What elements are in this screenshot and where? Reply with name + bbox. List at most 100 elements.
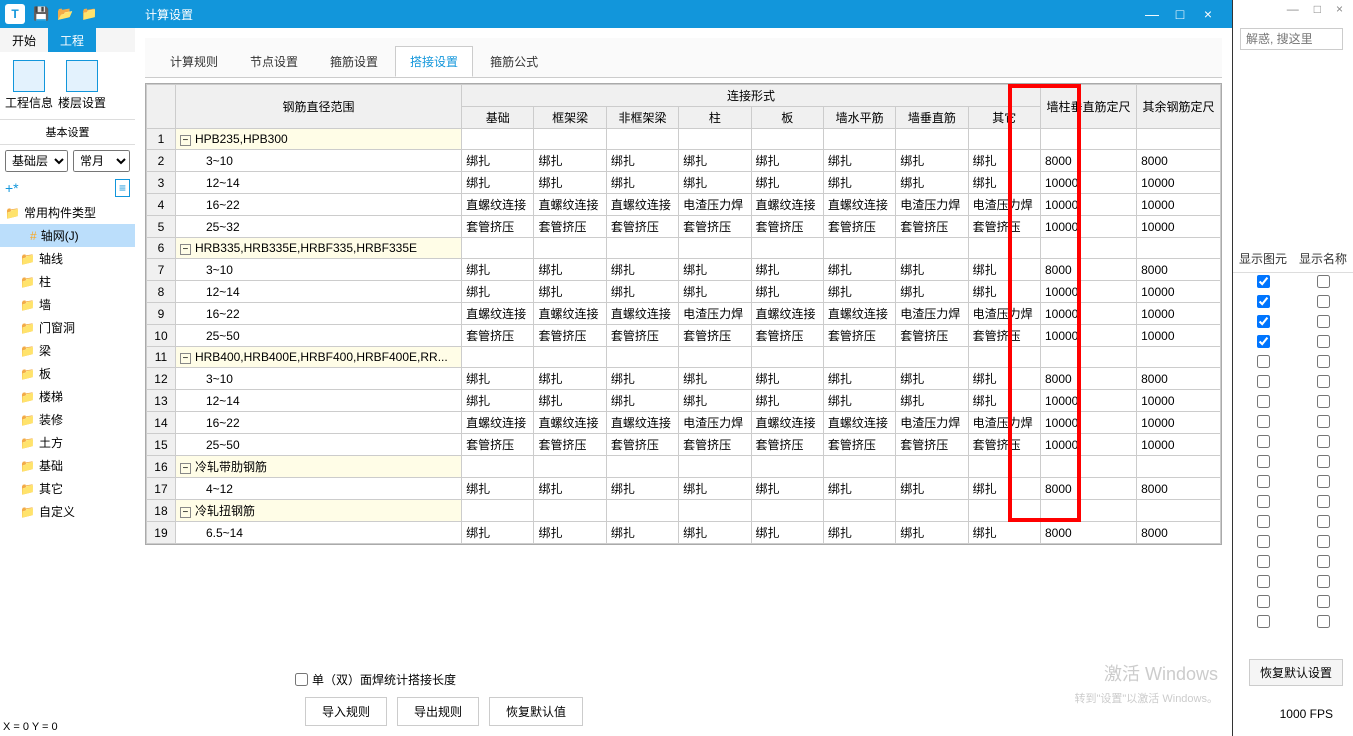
show-name-check[interactable] [1317,555,1330,568]
d2-cell[interactable]: 10000 [1137,412,1221,434]
value-cell[interactable]: 电渣压力焊 [968,194,1040,216]
show-name-check[interactable] [1317,515,1330,528]
value-cell[interactable]: 套管挤压 [606,434,678,456]
value-cell[interactable]: 绑扎 [823,259,895,281]
d1-cell[interactable]: 10000 [1040,303,1136,325]
d1-cell[interactable]: 8000 [1040,368,1136,390]
collapse-icon[interactable]: − [180,244,191,255]
tree-item[interactable]: 📁楼梯 [0,385,135,408]
d2-cell[interactable]: 8000 [1137,522,1221,544]
value-cell[interactable]: 直螺纹连接 [462,194,534,216]
value-cell[interactable]: 绑扎 [462,390,534,412]
value-cell[interactable]: 直螺纹连接 [751,303,823,325]
collapse-icon[interactable]: − [180,353,191,364]
value-cell[interactable]: 绑扎 [896,522,968,544]
value-cell[interactable]: 直螺纹连接 [606,194,678,216]
value-cell[interactable]: 套管挤压 [679,434,751,456]
range-cell[interactable]: 16~22 [175,412,461,434]
value-cell[interactable]: 绑扎 [823,281,895,303]
show-name-check[interactable] [1317,295,1330,308]
value-cell[interactable]: 绑扎 [823,368,895,390]
value-cell[interactable]: 绑扎 [968,522,1040,544]
add-icon[interactable]: +* [5,180,19,196]
floor-select[interactable]: 基础层 [5,150,68,172]
value-cell[interactable]: 绑扎 [606,390,678,412]
dialog-tab[interactable]: 箍筋公式 [475,46,553,77]
weld-checkbox[interactable]: 单（双）面焊统计搭接长度 [295,671,456,688]
dialog-tab[interactable]: 节点设置 [235,46,313,77]
d2-cell[interactable]: 10000 [1137,390,1221,412]
value-cell[interactable]: 绑扎 [896,368,968,390]
show-name-check[interactable] [1317,475,1330,488]
value-cell[interactable]: 套管挤压 [968,325,1040,347]
tree-item[interactable]: 📁梁 [0,339,135,362]
range-cell[interactable]: 12~14 [175,281,461,303]
value-cell[interactable]: 绑扎 [606,259,678,281]
toolbar-item[interactable]: 楼层设置 [58,60,106,111]
show-element-check[interactable] [1257,375,1270,388]
value-cell[interactable]: 绑扎 [751,390,823,412]
value-cell[interactable]: 绑扎 [462,172,534,194]
value-cell[interactable]: 绑扎 [679,172,751,194]
value-cell[interactable]: 绑扎 [896,172,968,194]
value-cell[interactable]: 绑扎 [823,150,895,172]
tree-item[interactable]: 📁门窗洞 [0,316,135,339]
value-cell[interactable]: 电渣压力焊 [896,194,968,216]
value-cell[interactable]: 套管挤压 [823,325,895,347]
value-cell[interactable]: 直螺纹连接 [606,303,678,325]
show-element-check[interactable] [1257,555,1270,568]
value-cell[interactable]: 绑扎 [679,368,751,390]
value-cell[interactable]: 绑扎 [679,150,751,172]
value-cell[interactable]: 绑扎 [462,368,534,390]
value-cell[interactable]: 直螺纹连接 [462,303,534,325]
d1-cell[interactable]: 8000 [1040,522,1136,544]
d2-cell[interactable]: 10000 [1137,434,1221,456]
d2-cell[interactable]: 10000 [1137,216,1221,238]
value-cell[interactable]: 电渣压力焊 [968,303,1040,325]
value-cell[interactable]: 绑扎 [679,259,751,281]
value-cell[interactable]: 绑扎 [751,172,823,194]
show-element-check[interactable] [1257,295,1270,308]
d1-cell[interactable]: 8000 [1040,478,1136,500]
show-name-check[interactable] [1317,355,1330,368]
value-cell[interactable]: 绑扎 [679,281,751,303]
tree-item[interactable]: 📁轴线 [0,247,135,270]
value-cell[interactable]: 绑扎 [606,150,678,172]
main-tab[interactable]: 开始 [0,28,48,52]
value-cell[interactable]: 套管挤压 [823,216,895,238]
collapse-icon[interactable]: − [180,507,191,518]
value-cell[interactable]: 套管挤压 [534,325,606,347]
range-cell[interactable]: 6.5~14 [175,522,461,544]
value-cell[interactable]: 电渣压力焊 [896,303,968,325]
d1-cell[interactable]: 10000 [1040,434,1136,456]
value-cell[interactable]: 套管挤压 [823,434,895,456]
show-element-check[interactable] [1257,575,1270,588]
value-cell[interactable]: 套管挤压 [896,434,968,456]
value-cell[interactable]: 绑扎 [606,478,678,500]
value-cell[interactable]: 绑扎 [534,281,606,303]
value-cell[interactable]: 绑扎 [968,390,1040,412]
value-cell[interactable]: 电渣压力焊 [896,412,968,434]
tree-item[interactable]: 📁板 [0,362,135,385]
show-element-check[interactable] [1257,435,1270,448]
value-cell[interactable]: 绑扎 [606,522,678,544]
value-cell[interactable]: 套管挤压 [606,325,678,347]
list-icon[interactable]: ≡ [115,179,130,197]
value-cell[interactable]: 绑扎 [534,259,606,281]
dialog-max[interactable]: □ [1166,6,1194,22]
d2-cell[interactable]: 10000 [1137,325,1221,347]
range-cell[interactable]: 25~32 [175,216,461,238]
value-cell[interactable]: 直螺纹连接 [823,303,895,325]
value-cell[interactable]: 绑扎 [823,172,895,194]
dialog-tab[interactable]: 计算规则 [155,46,233,77]
value-cell[interactable]: 套管挤压 [462,216,534,238]
value-cell[interactable]: 绑扎 [534,522,606,544]
d2-cell[interactable]: 10000 [1137,194,1221,216]
value-cell[interactable]: 绑扎 [968,150,1040,172]
value-cell[interactable]: 绑扎 [751,281,823,303]
value-cell[interactable]: 电渣压力焊 [679,194,751,216]
d1-cell[interactable]: 10000 [1040,194,1136,216]
show-name-check[interactable] [1317,455,1330,468]
range-cell[interactable]: 3~10 [175,259,461,281]
dialog-button[interactable]: 导入规则 [305,697,387,726]
